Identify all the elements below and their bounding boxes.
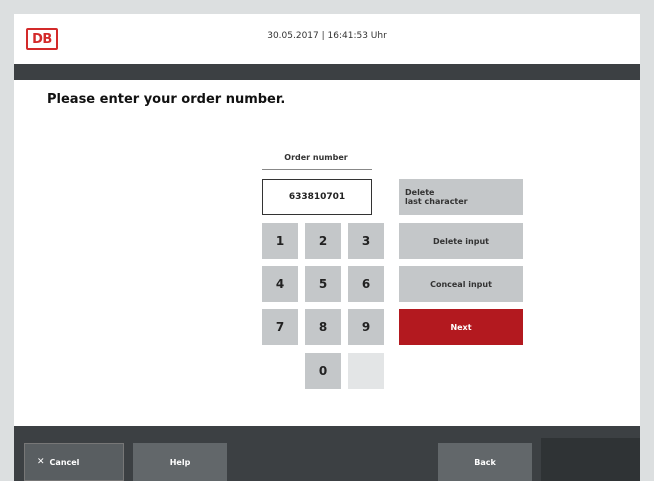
cancel-button[interactable]: ✕ Cancel <box>24 443 124 481</box>
next-button[interactable]: Next <box>399 309 523 345</box>
order-label-underline <box>262 169 372 170</box>
page-title: Please enter your order number. <box>47 92 286 107</box>
close-icon: ✕ <box>37 457 45 467</box>
key-5[interactable]: 5 <box>305 266 341 302</box>
key-1[interactable]: 1 <box>262 223 298 259</box>
order-number-input[interactable]: 633810701 <box>262 179 372 215</box>
order-number-label: Order number <box>284 153 348 162</box>
key-3[interactable]: 3 <box>348 223 384 259</box>
header-bar: DB 30.05.2017 | 16:41:53 Uhr <box>14 14 640 64</box>
key-8[interactable]: 8 <box>305 309 341 345</box>
back-button[interactable]: Back <box>438 443 532 481</box>
date-time: 30.05.2017 | 16:41:53 Uhr <box>267 31 387 41</box>
kiosk-screen: DB 30.05.2017 | 16:41:53 Uhr Please ente… <box>14 14 640 481</box>
key-6[interactable]: 6 <box>348 266 384 302</box>
key-2[interactable]: 2 <box>305 223 341 259</box>
conceal-input-button[interactable]: Conceal input <box>399 266 523 302</box>
cancel-label: Cancel <box>49 457 80 467</box>
header-divider <box>14 64 640 80</box>
key-7[interactable]: 7 <box>262 309 298 345</box>
key-9[interactable]: 9 <box>348 309 384 345</box>
delete-input-button[interactable]: Delete input <box>399 223 523 259</box>
delete-last-character-button[interactable]: Delete last character <box>399 179 523 215</box>
key-4[interactable]: 4 <box>262 266 298 302</box>
delete-last-character-label: Delete last character <box>405 188 468 206</box>
key-0[interactable]: 0 <box>305 353 341 389</box>
help-button[interactable]: Help <box>133 443 227 481</box>
key-disabled <box>348 353 384 389</box>
footer-right-panel <box>541 438 640 481</box>
